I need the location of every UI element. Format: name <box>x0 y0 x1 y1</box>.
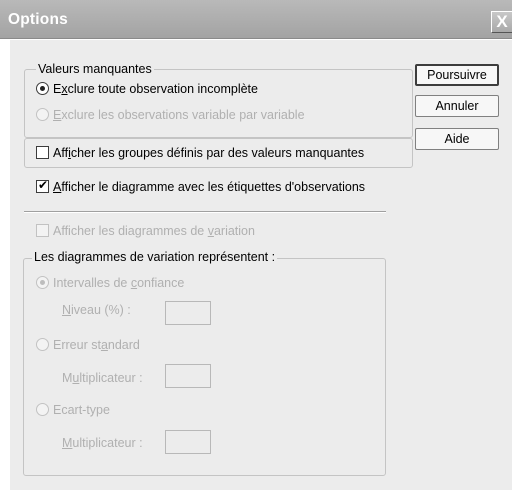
title-bar: Options X <box>0 0 512 39</box>
sd-multiplier-input[interactable] <box>165 430 211 454</box>
radio-unchecked-icon <box>36 403 49 416</box>
radio-checked-icon <box>36 82 49 95</box>
close-icon: X <box>496 12 508 31</box>
sd-multiplier-label: Multiplicateur : <box>62 436 143 450</box>
se-multiplier-input[interactable] <box>165 364 211 388</box>
checkbox-unchecked-icon <box>36 224 49 237</box>
level-label: Niveau (%) : <box>62 303 131 317</box>
radio-checked-icon <box>36 276 49 289</box>
standard-error-radio[interactable]: Erreur standard <box>36 338 140 352</box>
continue-button[interactable]: Poursuivre <box>415 64 499 86</box>
cancel-button[interactable]: Annuler <box>415 95 499 117</box>
exclude-pairwise-radio[interactable]: Exclure les observations variable par va… <box>36 108 305 122</box>
exclude-listwise-radio[interactable]: Exclure toute observation incomplète <box>36 82 258 96</box>
confidence-intervals-radio[interactable]: Intervalles de confiance <box>36 276 184 290</box>
radio-unchecked-icon <box>36 338 49 351</box>
level-input[interactable] <box>165 301 211 325</box>
help-button[interactable]: Aide <box>415 128 499 150</box>
show-error-bars-checkbox[interactable]: Afficher les diagrammes de variation <box>36 224 255 238</box>
checkbox-unchecked-icon <box>36 146 49 159</box>
missing-values-group <box>24 69 413 138</box>
show-missing-groups-checkbox[interactable]: Afficher les groupes définis par des val… <box>36 146 364 160</box>
standard-deviation-radio[interactable]: Ecart-type <box>36 403 110 417</box>
window-title: Options <box>8 11 68 28</box>
radio-unchecked-icon <box>36 108 49 121</box>
checkbox-checked-icon: ✔ <box>36 178 49 193</box>
missing-values-legend: Valeurs manquantes <box>36 62 154 76</box>
se-multiplier-label: Multiplicateur : <box>62 371 143 385</box>
separator <box>24 211 386 213</box>
close-button[interactable]: X <box>491 11 512 33</box>
error-bars-legend: Les diagrammes de variation représentent… <box>32 250 278 264</box>
show-chart-case-labels-checkbox[interactable]: ✔ Afficher le diagramme avec les étiquett… <box>36 178 365 194</box>
